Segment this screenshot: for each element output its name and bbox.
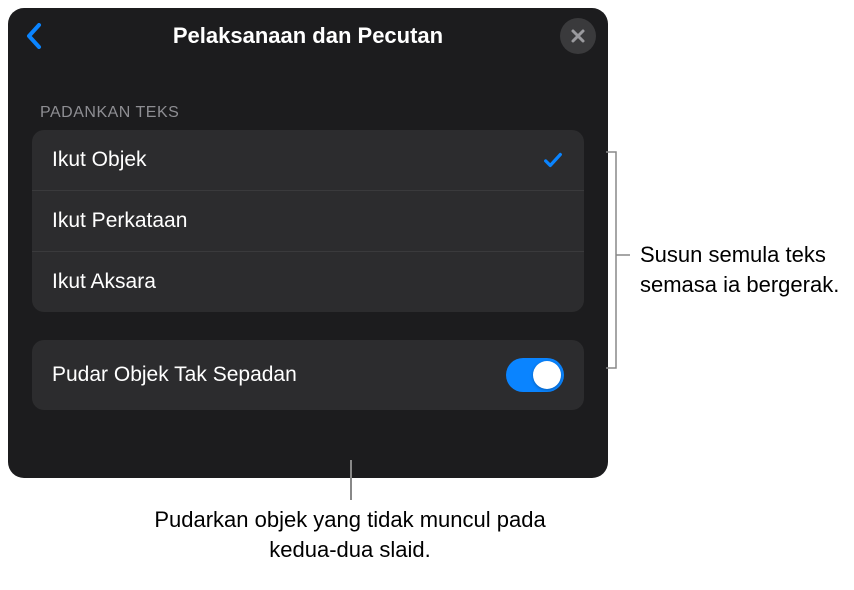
fade-toggle-row: Pudar Objek Tak Sepadan <box>32 340 584 410</box>
callout-bracket <box>604 150 636 370</box>
settings-panel: Pelaksanaan dan Pecutan PADANKAN TEKS Ik… <box>8 8 608 478</box>
switch-knob <box>533 361 561 389</box>
match-text-list: Ikut Objek Ikut Perkataan Ikut Aksara <box>32 130 584 312</box>
fade-toggle-switch[interactable] <box>506 358 564 392</box>
back-button[interactable] <box>20 22 48 50</box>
fade-toggle-group: Pudar Objek Tak Sepadan <box>32 340 584 410</box>
option-label: Ikut Perkataan <box>52 209 187 233</box>
chevron-left-icon <box>25 23 43 49</box>
close-icon <box>570 28 586 44</box>
header-bar: Pelaksanaan dan Pecutan <box>8 8 608 64</box>
checkmark-icon <box>542 149 564 171</box>
option-ikut-aksara[interactable]: Ikut Aksara <box>32 251 584 312</box>
option-ikut-objek[interactable]: Ikut Objek <box>32 130 584 190</box>
callout-leader-line <box>350 460 352 500</box>
option-label: Ikut Objek <box>52 148 147 172</box>
option-ikut-perkataan[interactable]: Ikut Perkataan <box>32 190 584 251</box>
panel-title: Pelaksanaan dan Pecutan <box>173 23 443 49</box>
callout-right: Susun semula teks semasa ia bergerak. <box>640 240 840 299</box>
option-label: Ikut Aksara <box>52 270 156 294</box>
callout-bottom: Pudarkan objek yang tidak muncul pada ke… <box>150 505 550 564</box>
section-header: PADANKAN TEKS <box>8 64 608 130</box>
toggle-label: Pudar Objek Tak Sepadan <box>52 363 297 387</box>
close-button[interactable] <box>560 18 596 54</box>
